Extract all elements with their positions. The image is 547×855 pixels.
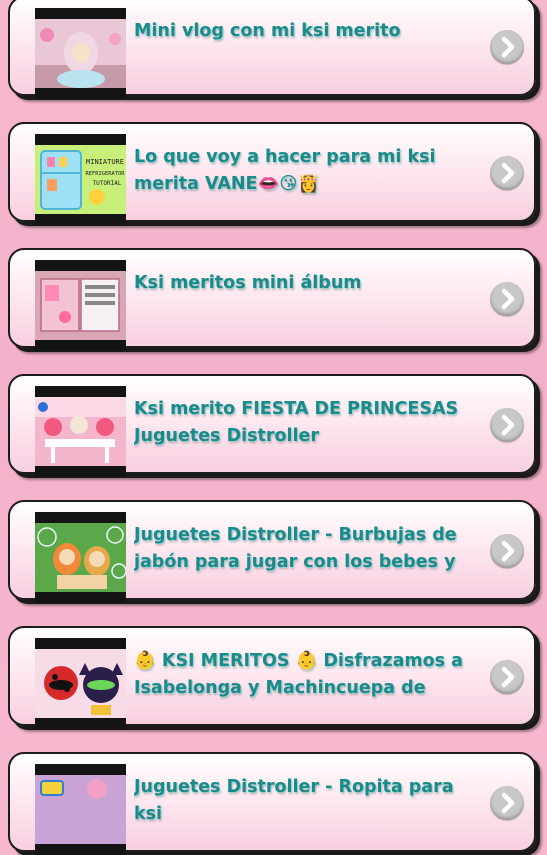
video-title: Ksi merito FIESTA DE PRINCESAS Juguetes … <box>134 399 459 446</box>
chevron-right-icon[interactable] <box>490 156 524 190</box>
video-card[interactable]: Juguetes Distroller - Ropita para ksi <box>8 752 536 855</box>
video-title: Juguetes Distroller - Ropita para ksi <box>134 777 454 824</box>
chevron-right-icon[interactable] <box>490 786 524 820</box>
thumb-caption: TUTORIAL <box>93 180 122 187</box>
video-thumbnail: MINIATURE REFRIGERATOR TUTORIAL <box>35 134 126 225</box>
video-title: Juguetes Distroller - Burbujas de jabón … <box>134 525 457 572</box>
chevron-right-icon[interactable] <box>490 660 524 694</box>
chevron-right-icon[interactable] <box>490 534 524 568</box>
video-card[interactable]: Ksi meritos mini álbum <box>8 248 536 351</box>
video-thumbnail <box>35 638 126 729</box>
video-card[interactable]: 👶 KSI MERITOS 👶 Disfrazamos a Isabelonga… <box>8 626 536 729</box>
video-card[interactable]: Mini vlog con mi ksi merito <box>8 0 536 99</box>
chevron-right-icon[interactable] <box>490 408 524 442</box>
video-thumbnail <box>35 764 126 855</box>
video-thumbnail <box>35 512 126 603</box>
video-title: 👶 KSI MERITOS 👶 Disfrazamos a Isabelonga… <box>134 651 463 698</box>
video-thumbnail <box>35 386 126 477</box>
chevron-right-icon[interactable] <box>490 30 524 64</box>
video-card[interactable]: MINIATURE REFRIGERATOR TUTORIAL Lo que v… <box>8 122 536 225</box>
video-thumbnail <box>35 8 126 99</box>
thumb-caption: MINIATURE <box>86 158 124 166</box>
video-title: Ksi meritos mini álbum <box>134 273 362 293</box>
video-title: Mini vlog con mi ksi merito <box>134 21 401 41</box>
thumb-caption: REFRIGERATOR <box>86 171 126 177</box>
video-card[interactable]: Juguetes Distroller - Burbujas de jabón … <box>8 500 536 603</box>
video-thumbnail <box>35 260 126 351</box>
video-card[interactable]: Ksi merito FIESTA DE PRINCESAS Juguetes … <box>8 374 536 477</box>
video-title: Lo que voy a hacer para mi ksi merita VA… <box>134 147 436 194</box>
chevron-right-icon[interactable] <box>490 282 524 316</box>
